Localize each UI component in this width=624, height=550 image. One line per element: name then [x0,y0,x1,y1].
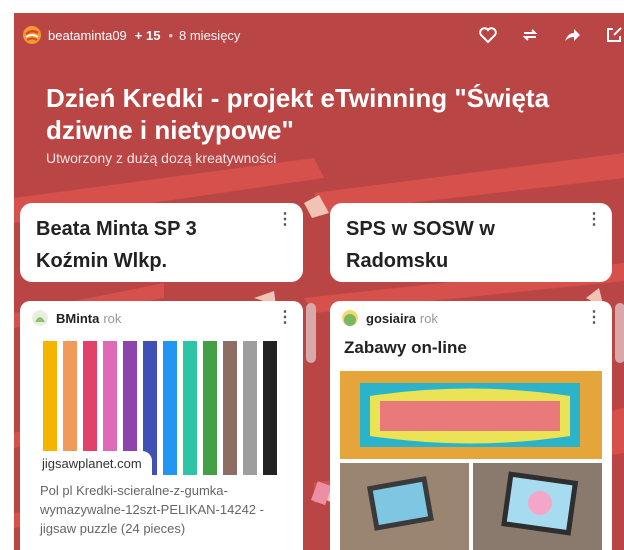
board-header-bar: beataminta09 + 15 • 8 miesięcy [14,13,624,57]
column-title: SPS w SOSW w Radomsku [330,203,612,287]
contributors-count[interactable]: + 15 [135,28,161,43]
column-title-line: Radomsku [346,250,449,272]
post-author[interactable]: gosiaira [366,311,416,326]
column-title-line: SPS w SOSW w [346,218,495,240]
post-time: rok [103,310,122,326]
scrollbar[interactable] [615,303,624,363]
post-author[interactable]: BMinta [56,311,99,326]
board-title: Dzień Kredki - projekt eTwinning "Święta… [46,83,550,145]
pencil [183,341,197,475]
pencil [163,341,177,475]
more-menu-icon[interactable]: ⋮ [277,209,293,229]
board-time-ago: 8 miesięcy [179,27,241,43]
attachment-image[interactable] [340,371,602,550]
padlet-board: beataminta09 + 15 • 8 miesięcy Dzień Kre… [14,13,624,550]
post-header: gosiaira rok [330,301,612,326]
heart-icon[interactable] [478,25,498,45]
link-description: Pol pl Kredki-scieralne-z-gumka-wymazywa… [40,483,264,536]
scrollbar[interactable] [306,303,316,363]
pencil [223,341,237,475]
more-menu-icon[interactable]: ⋮ [277,307,293,327]
column-header-2[interactable]: SPS w SOSW w Radomsku ⋮ [330,203,612,282]
board-actions [478,25,624,45]
pencil [263,341,277,475]
more-menu-icon[interactable]: ⋮ [586,307,602,327]
padlet-logo-icon [23,26,41,44]
column-title-line: Beata Minta SP 3 [36,218,197,240]
link-domain[interactable]: jigsawplanet.com [40,451,152,476]
avatar[interactable] [32,310,48,326]
separator-dot: • [168,27,174,43]
board-subtitle: Utworzony z dużą dozą kreatywności [46,150,277,166]
column-header-1[interactable]: Beata Minta SP 3 Koźmin Wlkp. ⋮ [20,203,303,282]
share-icon[interactable] [562,25,582,45]
open-icon[interactable] [604,25,624,45]
post-time: rok [419,310,438,326]
more-menu-icon[interactable]: ⋮ [586,209,602,229]
remake-icon[interactable] [520,25,540,45]
pencil [203,341,217,475]
post-title: Zabawy on-line [344,338,467,357]
column-title: Beata Minta SP 3 Koźmin Wlkp. [20,203,303,287]
post-card-2[interactable]: gosiaira rok ⋮ Zabawy on-line [330,301,612,550]
board-author[interactable]: beataminta09 [48,28,127,43]
avatar[interactable] [342,310,358,326]
post-header: BMinta rok [20,301,303,326]
column-title-line: Koźmin Wlkp. [36,250,168,272]
post-card-1[interactable]: BMinta rok ⋮ jigsawplanet.com Pol pl Kre… [20,301,303,550]
pencil [243,341,257,475]
